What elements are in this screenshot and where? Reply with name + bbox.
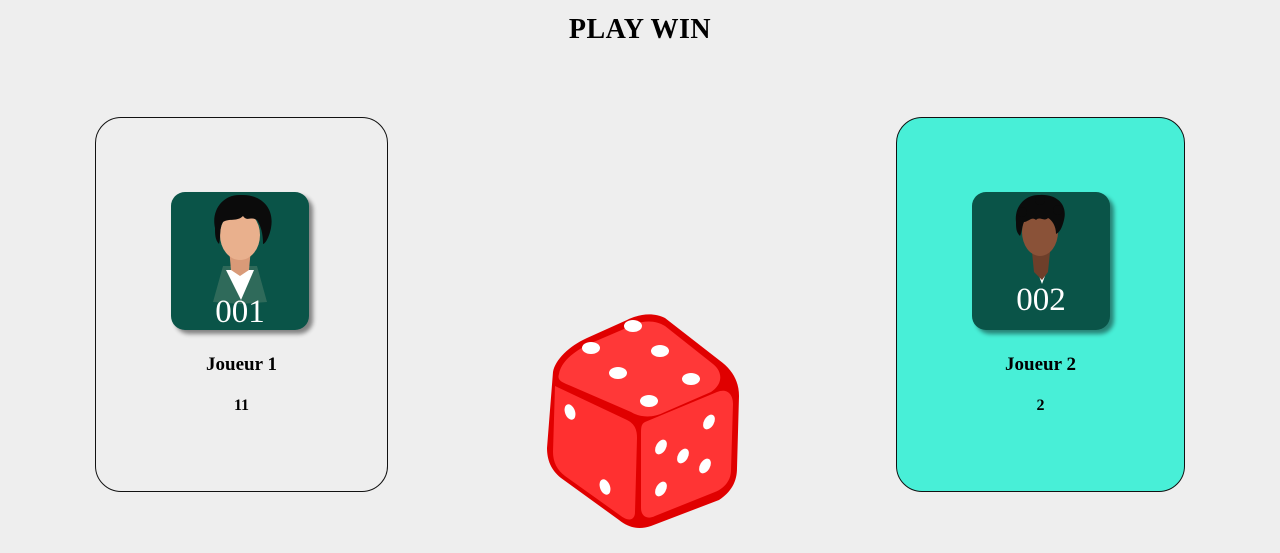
- player-1-name: Joueur 1: [206, 354, 277, 375]
- player-2-number: 002: [1016, 282, 1066, 318]
- player-2-name: Joueur 2: [1005, 354, 1076, 375]
- player-card-1: 001 Joueur 1 11: [95, 117, 388, 492]
- player-1-number: 001: [215, 294, 265, 330]
- player-2-avatar: 002: [972, 192, 1110, 330]
- dice-button[interactable]: [543, 310, 743, 530]
- player-2-score: 2: [1036, 397, 1045, 414]
- player-card-2: 002 Joueur 2 2: [896, 117, 1185, 492]
- player-1-score: 11: [233, 397, 250, 414]
- player-1-avatar: 001: [171, 192, 309, 330]
- dice-icon: [547, 314, 739, 528]
- page-title: PLAY WIN: [568, 14, 712, 45]
